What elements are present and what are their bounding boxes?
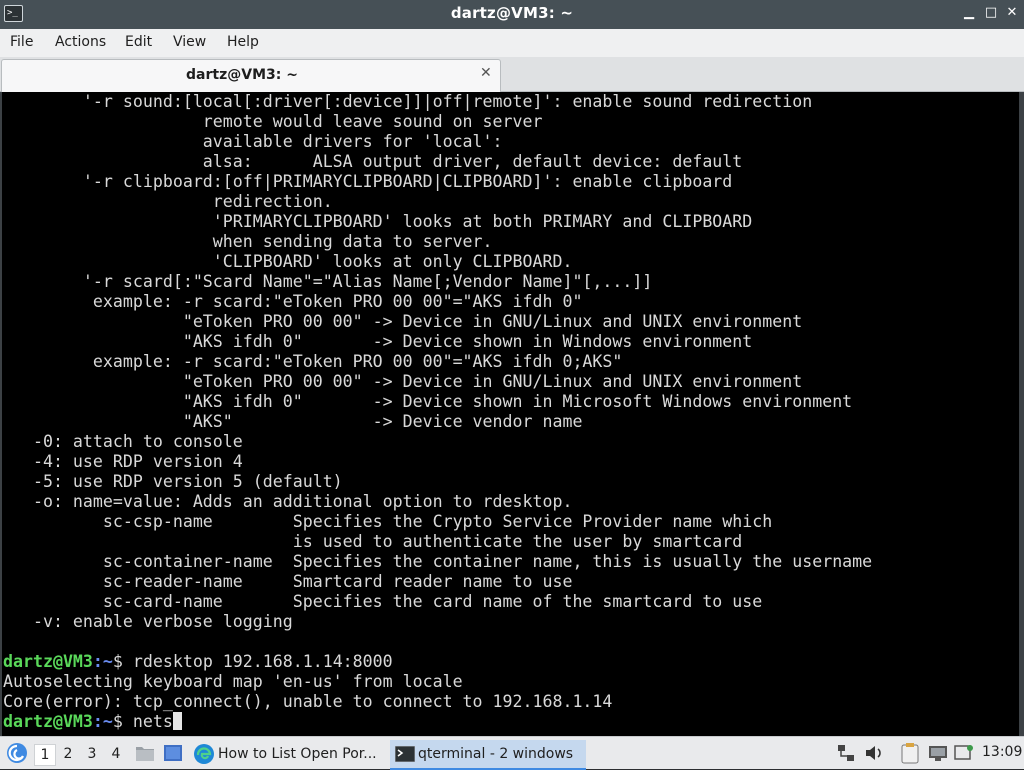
file-manager-launcher[interactable]	[132, 737, 158, 769]
menu-actions[interactable]: Actions	[55, 34, 106, 50]
terminal-line: '-r scard[:"Scard Name"="Alias Name[;Ven…	[3, 272, 653, 291]
terminal-line: -v: enable verbose logging	[3, 612, 293, 631]
terminal-line: "eToken PRO 00 00" -> Device in GNU/Linu…	[3, 372, 803, 391]
terminal-line: example: -r scard:"eToken PRO 00 00"="AK…	[3, 292, 583, 311]
monitor-icon	[929, 746, 947, 761]
prompt-path: :~	[92, 712, 113, 731]
tab-close-icon[interactable]: ✕	[480, 65, 492, 81]
terminal-line: 'CLIPBOARD' looks at only CLIPBOARD.	[3, 252, 573, 271]
workspace-2[interactable]: 2	[58, 744, 78, 764]
terminal-line: Autoselecting keyboard map 'en-us' from …	[3, 672, 463, 691]
terminal-line: when sending data to server.	[3, 232, 493, 251]
terminal-line: "AKS ifdh 0" -> Device shown in Microsof…	[3, 392, 853, 411]
prompt-command: $ nets	[112, 712, 173, 731]
terminal-line: '-r sound:[local[:driver[:device]]|off|r…	[3, 92, 813, 111]
network-icon	[838, 745, 854, 761]
taskbar: 1 2 3 4 How to List Open Por... qtermina…	[0, 736, 1024, 770]
terminal-line: -4: use RDP version 4	[3, 452, 243, 471]
display-tray[interactable]	[926, 737, 950, 769]
volume-icon	[866, 746, 881, 760]
menu-edit[interactable]: Edit	[125, 34, 152, 50]
start-menu-button[interactable]	[4, 737, 30, 769]
terminal-line: -o: name=value: Adds an additional optio…	[3, 492, 573, 511]
terminal-line: remote would leave sound on server	[3, 112, 543, 131]
volume-tray[interactable]	[862, 737, 886, 769]
menu-view[interactable]: View	[173, 34, 206, 50]
window-titlebar[interactable]: >_ dartz@VM3: ~ ▁ □ ✕	[0, 0, 1024, 29]
minimize-button[interactable]: ▁	[960, 3, 978, 23]
window-update-icon	[954, 745, 973, 760]
terminal-line: "AKS" -> Device vendor name	[3, 412, 583, 431]
terminal-line: sc-card-name Specifies the card name of …	[3, 592, 763, 611]
network-tray[interactable]	[834, 737, 858, 769]
prompt-user: dartz@VM3	[3, 652, 93, 671]
tab-bar: dartz@VM3: ~ ✕	[0, 57, 1024, 92]
menu-help[interactable]: Help	[227, 34, 259, 50]
maximize-button[interactable]: □	[982, 3, 1000, 23]
terminal-line: available drivers for 'local':	[3, 132, 503, 151]
close-button[interactable]: ✕	[1003, 3, 1021, 23]
terminal-line: -0: attach to console	[3, 432, 243, 451]
workspace-3[interactable]: 3	[82, 744, 102, 764]
clock[interactable]: 13:09	[982, 744, 1022, 760]
menu-bar: File Actions Edit View Help	[0, 29, 1024, 57]
tab-label: dartz@VM3: ~	[186, 67, 298, 83]
terminal-line: "AKS ifdh 0" -> Device shown in Windows …	[3, 332, 753, 351]
terminal-line: sc-container-name Specifies the containe…	[3, 552, 873, 571]
edge-browser-icon	[194, 744, 214, 764]
terminal-line: alsa: ALSA output driver, default device…	[3, 152, 743, 171]
task-browser[interactable]: How to List Open Por...	[190, 740, 385, 768]
folder-icon	[136, 747, 154, 761]
window-title: dartz@VM3: ~	[450, 4, 574, 22]
terminal-line: sc-reader-name Smartcard reader name to …	[3, 572, 573, 591]
prompt-path: :~	[92, 652, 113, 671]
terminal-line: Core(error): tcp_connect(), unable to co…	[3, 692, 613, 711]
terminal-icon	[395, 746, 415, 762]
show-desktop-button[interactable]	[160, 737, 186, 769]
workspace-4[interactable]: 4	[106, 744, 126, 764]
terminal-line: redirection.	[3, 192, 333, 211]
terminal-line: -5: use RDP version 5 (default)	[3, 472, 343, 491]
task-qterminal-label: qterminal - 2 windows	[418, 746, 574, 762]
terminal-tab[interactable]: dartz@VM3: ~ ✕	[1, 59, 501, 92]
prompt-command: $ rdesktop 192.168.1.14:8000	[112, 652, 393, 671]
menu-file[interactable]: File	[10, 34, 33, 50]
terminal-line: is used to authenticate the user by smar…	[3, 532, 743, 551]
terminal-output: '-r sound:[local[:driver[:device]]|off|r…	[2, 92, 1019, 732]
terminal-line: sc-csp-name Specifies the Crypto Service…	[3, 512, 773, 531]
updates-tray[interactable]	[952, 737, 976, 769]
debian-swirl-icon	[7, 743, 27, 763]
desktop-icon	[164, 745, 182, 761]
task-browser-label: How to List Open Por...	[218, 746, 377, 762]
terminal-prompt-line: dartz@VM3:~$ rdesktop 192.168.1.14:8000	[2, 652, 1019, 672]
task-qterminal[interactable]: qterminal - 2 windows	[390, 740, 586, 770]
clipboard-tray[interactable]	[898, 737, 922, 769]
prompt-user: dartz@VM3	[3, 712, 93, 731]
terminal-prompt-line: dartz@VM3:~$ nets	[2, 712, 1019, 732]
workspace-1[interactable]: 1	[34, 744, 56, 766]
terminal-view[interactable]: '-r sound:[local[:driver[:device]]|off|r…	[0, 92, 1021, 736]
terminal-line: '-r clipboard:[off|PRIMARYCLIPBOARD|CLIP…	[3, 172, 733, 191]
terminal-line: "eToken PRO 00 00" -> Device in GNU/Linu…	[3, 312, 803, 331]
terminal-cursor	[172, 712, 182, 730]
terminal-line: example: -r scard:"eToken PRO 00 00"="AK…	[3, 352, 623, 371]
terminal-line: 'PRIMARYCLIPBOARD' looks at both PRIMARY…	[3, 212, 753, 231]
clipboard-icon	[901, 743, 919, 764]
